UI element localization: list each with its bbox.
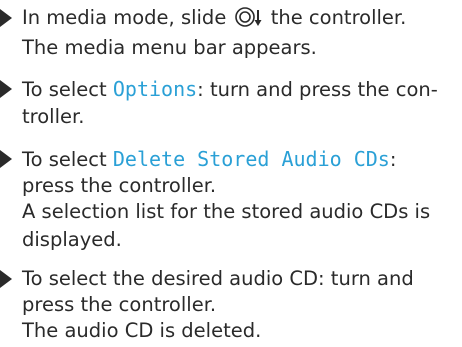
step-text: To select (22, 78, 113, 102)
step-text: troller. (22, 105, 85, 129)
menu-option-options: Options (112, 77, 198, 102)
step-text: To select (22, 147, 113, 171)
step-text: : (389, 147, 397, 171)
step-text: In media mode, slide (22, 6, 233, 29)
controller-slide-down-icon (234, 6, 263, 28)
result-text: displayed. (22, 227, 122, 251)
step-text: : turn and press the con- (197, 78, 438, 102)
bullet-arrow-icon (0, 9, 12, 27)
menu-option-delete-stored-audio-cds: Delete Stored Audio CDs (112, 146, 390, 171)
bullet-arrow-icon (0, 80, 12, 99)
step-text: the controller. (264, 6, 407, 29)
instruction-document: In media mode, slide the controller. The… (0, 0, 462, 345)
bullet-arrow-icon (0, 269, 12, 288)
result-text: The media menu bar appears. (22, 36, 317, 60)
bullet-arrow-icon (0, 149, 12, 168)
result-text: The audio CD is deleted. (22, 319, 262, 342)
